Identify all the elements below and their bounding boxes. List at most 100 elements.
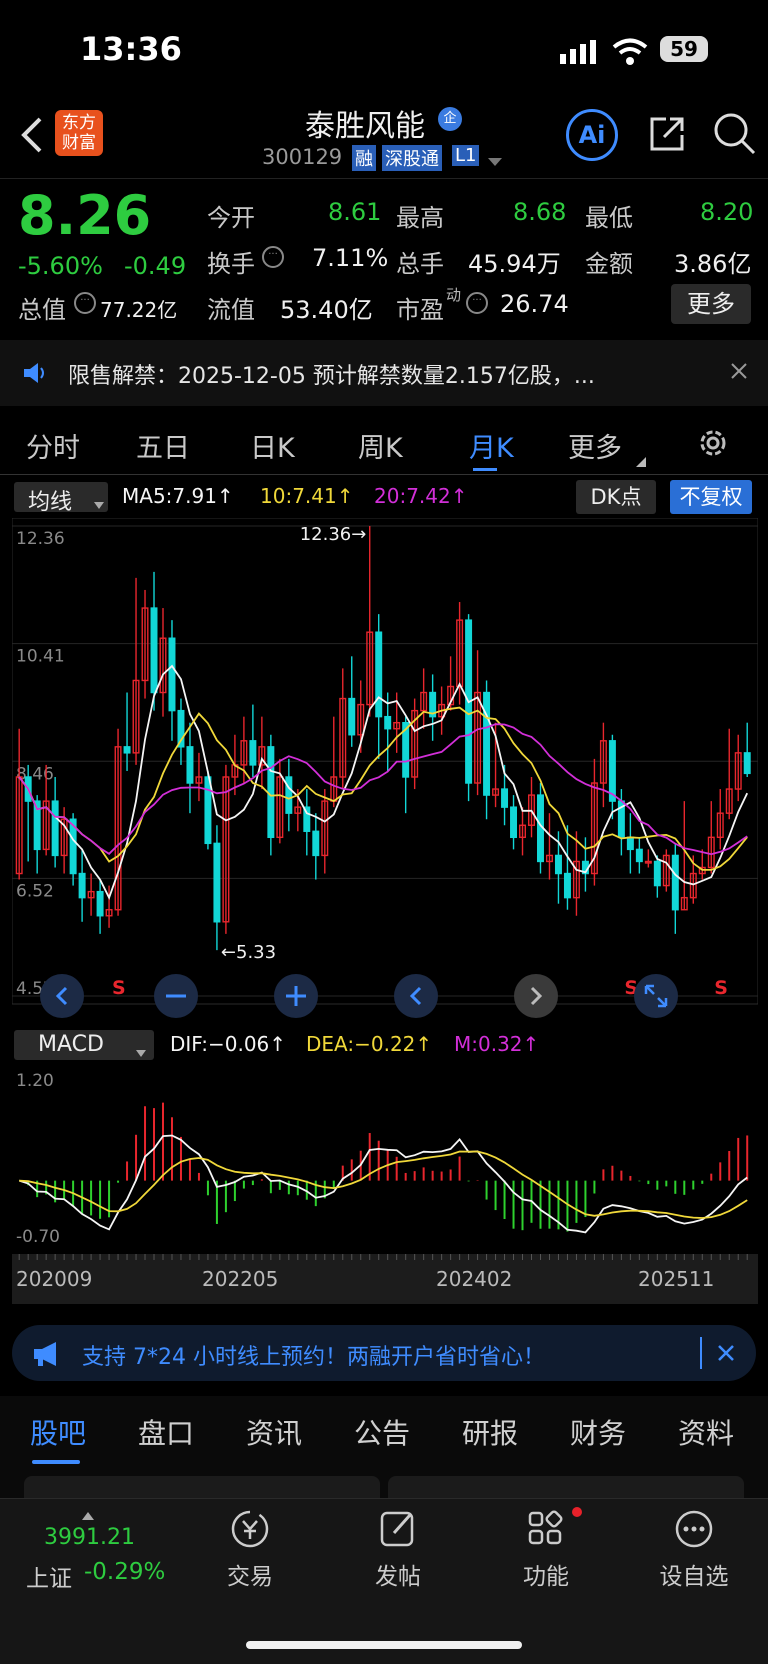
notification-dot — [572, 1507, 582, 1517]
last-price: 8.26 — [18, 184, 152, 247]
dropdown-icon[interactable] — [488, 153, 502, 172]
prev-icon[interactable] — [394, 974, 438, 1018]
candle-body — [671, 854, 679, 911]
candle-body — [249, 740, 257, 766]
tab-financials[interactable]: 财务 — [570, 1412, 626, 1452]
more-button[interactable]: 更多 — [671, 284, 751, 324]
high-value: 8.68 — [513, 198, 567, 226]
home-indicator — [246, 1641, 522, 1649]
tab-more[interactable]: 更多 — [568, 426, 622, 465]
info-icon[interactable]: ··· — [466, 292, 488, 314]
tab-guba[interactable]: 股吧 — [30, 1412, 86, 1452]
max-annotation: 12.36→ — [300, 524, 367, 545]
status-time: 13:36 — [80, 30, 182, 68]
min-annotation: ←5.33 — [221, 942, 276, 963]
tab-orderbook[interactable]: 盘口 — [138, 1412, 194, 1452]
candle-body — [626, 836, 634, 851]
nav-post[interactable]: 发帖 — [338, 1507, 458, 1591]
candle-body — [563, 872, 571, 899]
zoom-in-icon[interactable] — [274, 974, 318, 1018]
enterprise-badge: 企 — [438, 107, 462, 131]
nav-trade[interactable]: 交易 — [190, 1507, 310, 1591]
dea-line — [19, 1150, 748, 1219]
index-change: -0.29% — [84, 1559, 166, 1585]
fullscreen-icon[interactable] — [634, 974, 678, 1018]
tab-daily[interactable]: 日K — [250, 426, 295, 465]
back-icon[interactable] — [18, 115, 44, 159]
status-bar: 13:36 59 — [0, 0, 768, 95]
tab-profile[interactable]: 资料 — [678, 1412, 734, 1452]
candle-body — [501, 788, 509, 808]
float-value: 53.40亿 — [280, 296, 373, 324]
megaphone-icon — [32, 1341, 64, 1371]
ma5-value: MA5:7.91↑ — [122, 484, 234, 508]
tab-news[interactable]: 资讯 — [246, 1412, 302, 1452]
volume-label: 总手 — [396, 250, 444, 278]
nav-watchlist[interactable]: 设自选 — [634, 1507, 754, 1591]
macd-selector[interactable]: MACD — [14, 1030, 154, 1060]
x-tick-label: 202205 — [202, 1267, 278, 1291]
candle-body — [78, 872, 86, 899]
amount-value: 3.86亿 — [674, 250, 752, 278]
unlock-notice[interactable]: 限售解禁：2025-12-05 预计解禁数量2.157亿股，... — [0, 340, 768, 406]
ai-button[interactable]: Ai — [566, 109, 618, 161]
share-icon[interactable] — [646, 113, 688, 159]
candle-body — [743, 752, 751, 775]
chart-nav — [0, 974, 768, 1020]
macd-chart[interactable]: 1.20 -0.70 202009 202205 202402 202511 — [12, 1064, 758, 1304]
next-icon[interactable] — [514, 974, 558, 1018]
nav-functions[interactable]: 功能 — [486, 1507, 606, 1591]
candle-body — [384, 715, 392, 730]
adjust-button[interactable]: 不复权 — [670, 480, 752, 514]
tab-monthly-underline — [473, 468, 497, 471]
chart-tabs: 分时 五日 日K 周K 月K 更多 — [0, 410, 768, 472]
y-tick-label: 10.41 — [16, 647, 65, 667]
gear-icon[interactable] — [696, 426, 730, 464]
ma10-value: 10:7.41↑ — [260, 484, 354, 508]
ma-selector[interactable]: 均线 — [14, 482, 108, 515]
speaker-icon — [22, 362, 48, 388]
candle-body — [285, 776, 293, 814]
tabs-divider — [0, 474, 768, 475]
quote-panel: 8.26 -5.60% -0.49 今开 8.61 最高 8.68 最低 8.2… — [0, 180, 768, 330]
candle-body — [204, 776, 212, 845]
high-label: 最高 — [396, 204, 444, 232]
dif-value: DIF:−0.06↑ — [170, 1032, 287, 1056]
volume-value: 45.94万 — [468, 250, 561, 278]
tab-weekly[interactable]: 周K — [358, 426, 403, 465]
candle-body — [375, 631, 383, 718]
tab-monthly[interactable]: 月K — [469, 426, 514, 465]
candlestick-chart[interactable]: 12.3610.418.466.524.5712.36→←5.33SSSS — [12, 518, 758, 1018]
tab-research[interactable]: 研报 — [462, 1412, 518, 1452]
content-tabs: 股吧 盘口 资讯 公告 研报 财务 资料 — [0, 1396, 768, 1476]
tab-five-day[interactable]: 五日 — [136, 426, 190, 465]
header: 东方 财富 泰胜风能 企 300129 融 深股通 L1 Ai — [0, 95, 768, 180]
dk-button[interactable]: DK点 — [576, 480, 656, 514]
tab-announcements[interactable]: 公告 — [354, 1412, 410, 1452]
index-name[interactable]: 上证 — [26, 1559, 72, 1593]
candle-body — [653, 860, 661, 887]
bottom-nav: 3991.21 上证 -0.29% 交易 发帖 功能 设自选 — [0, 1498, 768, 1664]
amount-label: 金额 — [585, 250, 633, 278]
search-icon[interactable] — [712, 111, 758, 161]
close-icon[interactable] — [730, 362, 748, 384]
candle-body — [51, 800, 59, 857]
dif-line — [18, 1134, 748, 1234]
stock-code: 300129 — [262, 145, 343, 169]
pe-value: 26.74 — [500, 290, 569, 318]
ma10-line — [18, 706, 748, 871]
info-icon[interactable]: ··· — [262, 246, 284, 268]
close-icon[interactable] — [716, 1343, 736, 1367]
signal-icon — [560, 40, 602, 68]
candle-body — [150, 607, 158, 694]
candle-body — [554, 854, 562, 875]
promo-banner[interactable]: 支持 7*24 小时线上预约！两融开户省时省心！ — [12, 1325, 756, 1381]
pan-left-icon[interactable] — [40, 974, 84, 1018]
tab-intraday[interactable]: 分时 — [26, 426, 80, 465]
candle-body — [213, 842, 221, 923]
x-tick-label: 202511 — [638, 1267, 714, 1291]
info-icon[interactable]: ··· — [74, 292, 96, 314]
tag-margin: 融 — [352, 145, 376, 171]
y-tick-label: -0.70 — [16, 1227, 60, 1247]
zoom-out-icon[interactable] — [154, 974, 198, 1018]
